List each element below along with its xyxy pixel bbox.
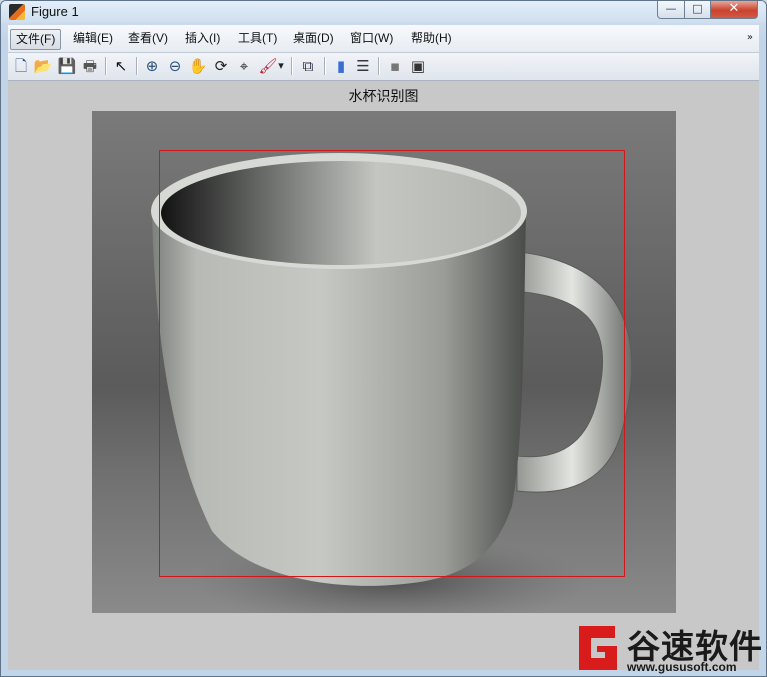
- toolbar-separator: [291, 57, 293, 75]
- pan-hand-icon[interactable]: ✋: [188, 56, 208, 76]
- brush-icon[interactable]: 🖌: [258, 56, 278, 76]
- toolbar-separator: [136, 57, 138, 75]
- matlab-app-icon: [9, 4, 25, 20]
- menu-view[interactable]: 查看(V): [123, 29, 173, 48]
- menu-insert[interactable]: 插入(I): [180, 29, 225, 48]
- detection-bounding-box: [159, 150, 625, 577]
- window-title: Figure 1: [31, 4, 79, 19]
- maximize-button[interactable]: □: [684, 1, 711, 19]
- menu-file[interactable]: 文件(F): [10, 29, 62, 50]
- link-plot-icon[interactable]: ⧉: [298, 56, 318, 76]
- show-plot-tools-icon[interactable]: ▣: [408, 56, 428, 76]
- new-figure-icon[interactable]: 🗋: [11, 56, 31, 76]
- print-icon[interactable]: 🖶: [80, 56, 100, 76]
- data-cursor-icon[interactable]: ⌖: [234, 56, 254, 76]
- insert-legend-icon[interactable]: ☰: [353, 56, 373, 76]
- menu-desktop[interactable]: 桌面(D): [288, 29, 339, 48]
- menu-bar: 文件(F) 编辑(E) 查看(V) 插入(I) 工具(T) 桌面(D) 窗口(W…: [8, 25, 759, 53]
- insert-colorbar-icon[interactable]: ▮: [331, 56, 351, 76]
- menu-help[interactable]: 帮助(H): [406, 29, 457, 48]
- toolbar-separator: [105, 57, 107, 75]
- mug-image[interactable]: [92, 111, 676, 613]
- figure-canvas: 水杯识别图: [8, 81, 759, 670]
- gususoft-logo-icon: [579, 626, 617, 670]
- hide-plot-tools-icon[interactable]: ▪: [385, 56, 405, 76]
- menu-window[interactable]: 窗口(W): [345, 29, 398, 48]
- zoom-out-icon[interactable]: ⊖: [165, 56, 185, 76]
- watermark-url: www.gususoft.com: [627, 660, 737, 674]
- rotate-3d-icon[interactable]: ⟳: [211, 56, 231, 76]
- axes-title: 水杯识别图: [348, 89, 419, 105]
- close-button[interactable]: ✕: [710, 1, 758, 19]
- zoom-in-icon[interactable]: ⊕: [142, 56, 162, 76]
- save-icon[interactable]: 💾: [57, 56, 77, 76]
- figure-window: Figure 1 — □ ✕ 文件(F) 编辑(E) 查看(V) 插入(I) 工…: [0, 0, 767, 677]
- toolbar-separator: [324, 57, 326, 75]
- edit-plot-arrow-icon[interactable]: ↖: [111, 56, 131, 76]
- brush-dropdown-icon[interactable]: ▾: [276, 56, 286, 76]
- menu-overflow-icon[interactable]: »: [747, 32, 753, 43]
- menu-tools[interactable]: 工具(T): [233, 29, 282, 48]
- watermark: 谷速软件 www.gususoft.com: [569, 622, 767, 677]
- figure-toolbar: 🗋 📂 💾 🖶 ↖ ⊕ ⊖ ✋ ⟳ ⌖ 🖌 ▾ ⧉ ▮ ☰ ▪ ▣: [8, 53, 759, 81]
- open-file-icon[interactable]: 📂: [33, 56, 53, 76]
- menu-edit[interactable]: 编辑(E): [68, 29, 118, 48]
- title-bar[interactable]: Figure 1 — □ ✕: [1, 1, 766, 23]
- minimize-button[interactable]: —: [657, 1, 685, 19]
- toolbar-separator: [378, 57, 380, 75]
